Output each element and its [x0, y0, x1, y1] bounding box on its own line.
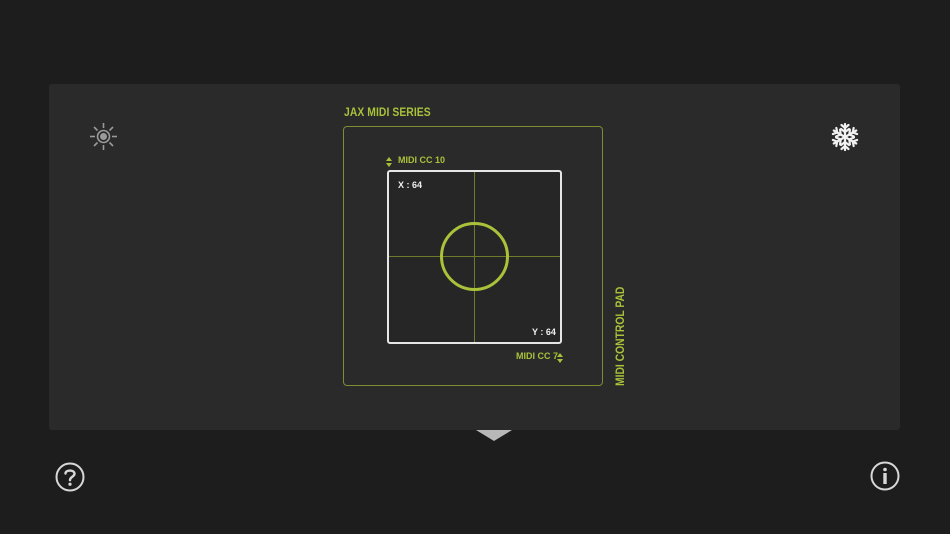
snowflake-icon[interactable]	[830, 122, 860, 152]
top-cc-label[interactable]: MIDI CC 10	[398, 155, 445, 165]
cc-up-down-icon[interactable]	[557, 350, 563, 363]
panel-pull-tab[interactable]	[476, 430, 512, 441]
y-readout: Y : 64	[532, 327, 556, 337]
pad-cursor-ring[interactable]	[440, 222, 509, 291]
info-icon[interactable]	[870, 461, 900, 491]
x-readout: X : 64	[398, 180, 423, 190]
pad-title-vertical: MIDI CONTROL PAD	[613, 286, 627, 386]
cc-up-down-icon[interactable]	[386, 154, 392, 167]
sun-icon[interactable]	[89, 122, 118, 151]
bottom-cc-label[interactable]: MIDI CC 7	[516, 351, 558, 361]
help-icon[interactable]	[55, 462, 85, 492]
xy-control-pad[interactable]: X : 64 Y : 64	[387, 170, 562, 344]
series-title: JAX MIDI SERIES	[344, 105, 431, 119]
